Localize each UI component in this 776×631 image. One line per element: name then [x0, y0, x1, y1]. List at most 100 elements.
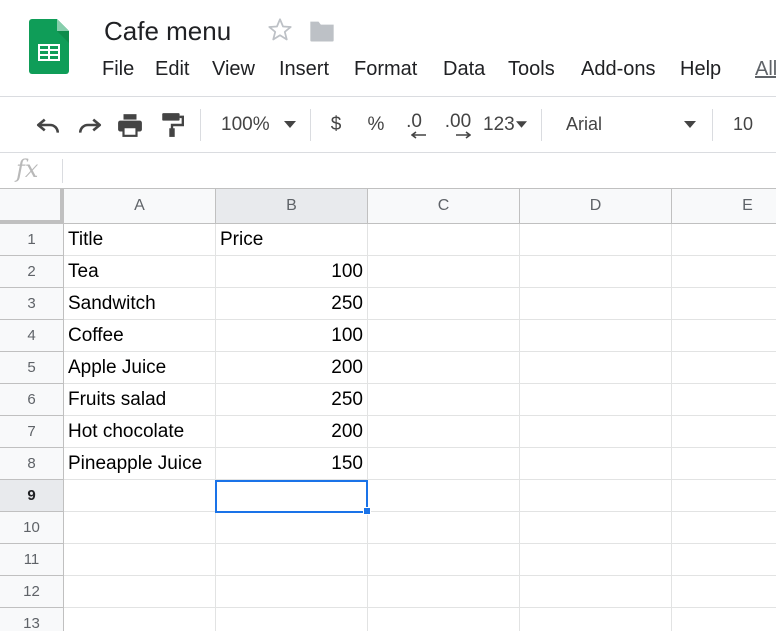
currency-format-button[interactable]: $ [322, 97, 350, 152]
column-header-e[interactable]: E [672, 189, 776, 224]
menu-help[interactable]: Help [680, 58, 721, 81]
cell-b4[interactable]: 100 [216, 320, 368, 352]
cell-e9[interactable] [672, 480, 776, 512]
row-header-10[interactable]: 10 [0, 512, 64, 544]
star-icon[interactable] [266, 16, 294, 44]
column-header-b[interactable]: B [216, 189, 368, 224]
cell-d10[interactable] [520, 512, 672, 544]
cell-e10[interactable] [672, 512, 776, 544]
cell-d4[interactable] [520, 320, 672, 352]
redo-button[interactable] [74, 97, 106, 152]
menu-edit[interactable]: Edit [155, 58, 189, 81]
cell-a5[interactable]: Apple Juice [64, 352, 216, 384]
folder-icon[interactable] [308, 18, 336, 44]
cell-d8[interactable] [520, 448, 672, 480]
cell-c10[interactable] [368, 512, 520, 544]
cell-c7[interactable] [368, 416, 520, 448]
cell-e8[interactable] [672, 448, 776, 480]
font-size-select[interactable]: 10 [722, 97, 766, 152]
row-header-5[interactable]: 5 [0, 352, 64, 384]
cell-e1[interactable] [672, 224, 776, 256]
cell-d7[interactable] [520, 416, 672, 448]
cell-d1[interactable] [520, 224, 672, 256]
zoom-select[interactable]: 100% [212, 97, 304, 152]
row-header-12[interactable]: 12 [0, 576, 64, 608]
more-formats-button[interactable]: 123 [480, 97, 532, 152]
font-family-select[interactable]: Arial [552, 97, 702, 152]
cell-c6[interactable] [368, 384, 520, 416]
cell-b7[interactable]: 200 [216, 416, 368, 448]
row-header-7[interactable]: 7 [0, 416, 64, 448]
column-header-a[interactable]: A [64, 189, 216, 224]
menu-insert[interactable]: Insert [279, 58, 329, 81]
decrease-decimal-button[interactable]: .0 [398, 97, 430, 152]
menu-view[interactable]: View [212, 58, 255, 81]
cell-d13[interactable] [520, 608, 672, 631]
menu-file[interactable]: File [102, 58, 134, 81]
cell-c5[interactable] [368, 352, 520, 384]
document-title[interactable]: Cafe menu [104, 16, 231, 47]
cell-c12[interactable] [368, 576, 520, 608]
row-header-11[interactable]: 11 [0, 544, 64, 576]
column-header-d[interactable]: D [520, 189, 672, 224]
row-header-2[interactable]: 2 [0, 256, 64, 288]
cell-d3[interactable] [520, 288, 672, 320]
row-header-8[interactable]: 8 [0, 448, 64, 480]
cell-a1[interactable]: Title [64, 224, 216, 256]
cell-e12[interactable] [672, 576, 776, 608]
cell-a7[interactable]: Hot chocolate [64, 416, 216, 448]
row-header-6[interactable]: 6 [0, 384, 64, 416]
formula-input[interactable] [72, 157, 762, 185]
cell-b9[interactable] [216, 480, 368, 512]
cell-a9[interactable] [64, 480, 216, 512]
cell-d5[interactable] [520, 352, 672, 384]
cell-b2[interactable]: 100 [216, 256, 368, 288]
cell-e7[interactable] [672, 416, 776, 448]
print-button[interactable] [114, 97, 146, 152]
menu-format[interactable]: Format [354, 58, 417, 81]
menu-addons[interactable]: Add-ons [581, 58, 656, 81]
cell-d6[interactable] [520, 384, 672, 416]
cell-b5[interactable]: 200 [216, 352, 368, 384]
menu-data[interactable]: Data [443, 58, 485, 81]
cell-b8[interactable]: 150 [216, 448, 368, 480]
row-header-4[interactable]: 4 [0, 320, 64, 352]
cell-c1[interactable] [368, 224, 520, 256]
cell-c2[interactable] [368, 256, 520, 288]
cell-c11[interactable] [368, 544, 520, 576]
cell-a13[interactable] [64, 608, 216, 631]
cell-a4[interactable]: Coffee [64, 320, 216, 352]
cell-d9[interactable] [520, 480, 672, 512]
cell-b1[interactable]: Price [216, 224, 368, 256]
cell-c9[interactable] [368, 480, 520, 512]
cell-b6[interactable]: 250 [216, 384, 368, 416]
cell-d2[interactable] [520, 256, 672, 288]
row-header-13[interactable]: 13 [0, 608, 64, 631]
fill-handle[interactable] [363, 507, 371, 515]
cell-e11[interactable] [672, 544, 776, 576]
cell-e6[interactable] [672, 384, 776, 416]
cell-b13[interactable] [216, 608, 368, 631]
cell-e5[interactable] [672, 352, 776, 384]
cell-b3[interactable]: 250 [216, 288, 368, 320]
row-header-9[interactable]: 9 [0, 480, 64, 512]
undo-button[interactable] [32, 97, 64, 152]
select-all-corner[interactable] [0, 189, 64, 224]
cell-a11[interactable] [64, 544, 216, 576]
cell-b11[interactable] [216, 544, 368, 576]
row-header-1[interactable]: 1 [0, 224, 64, 256]
all-changes-link[interactable]: All [755, 58, 776, 81]
cell-b12[interactable] [216, 576, 368, 608]
menu-tools[interactable]: Tools [508, 58, 555, 81]
percent-format-button[interactable]: % [362, 97, 390, 152]
cell-e3[interactable] [672, 288, 776, 320]
cell-a2[interactable]: Tea [64, 256, 216, 288]
cell-e4[interactable] [672, 320, 776, 352]
column-header-c[interactable]: C [368, 189, 520, 224]
sheets-logo-icon[interactable] [29, 19, 69, 74]
cell-a10[interactable] [64, 512, 216, 544]
cell-d11[interactable] [520, 544, 672, 576]
cell-b10[interactable] [216, 512, 368, 544]
cell-c4[interactable] [368, 320, 520, 352]
cell-c8[interactable] [368, 448, 520, 480]
